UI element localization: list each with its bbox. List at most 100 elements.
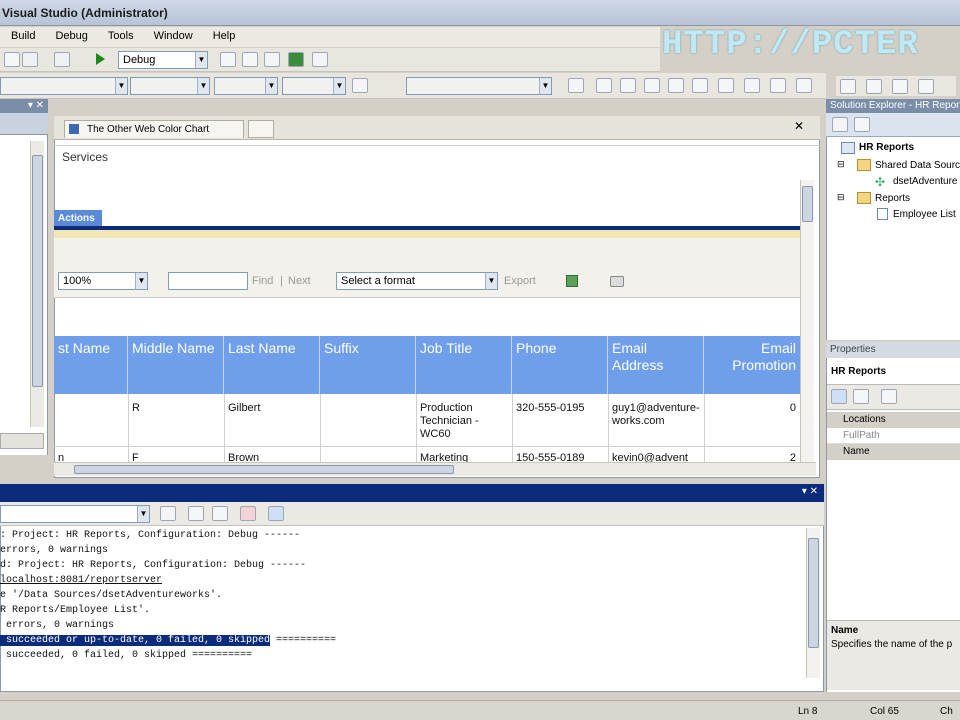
report-hscroll[interactable] — [54, 462, 816, 476]
toolbox-hscroll[interactable] — [0, 433, 44, 449]
alphabetical-icon[interactable] — [853, 389, 869, 404]
report-vscroll[interactable] — [800, 180, 814, 462]
property-fullpath[interactable]: FullPath — [827, 428, 960, 444]
toolbox-scrollbar[interactable] — [30, 141, 44, 427]
output-vscroll[interactable] — [806, 528, 820, 678]
pin-icon[interactable]: ▾ ✕ — [28, 100, 44, 111]
find-input[interactable] — [168, 272, 248, 290]
output-link[interactable]: localhost:8081/reportserver — [0, 575, 162, 586]
find-link[interactable]: Find — [252, 275, 273, 287]
font-weight-select[interactable]: ▼ — [282, 77, 346, 95]
toolbox-icon[interactable] — [288, 52, 304, 67]
border-style-select[interactable]: ▼ — [406, 77, 552, 95]
font-name-select[interactable]: ▼ — [0, 77, 128, 95]
tree-datasource[interactable]: dsetAdventure — [893, 176, 958, 187]
close-icon[interactable]: ✕ — [794, 119, 804, 133]
align-bottom-icon[interactable] — [692, 78, 708, 93]
refresh-icon[interactable] — [854, 117, 870, 132]
zoom-select[interactable]: 100% ▼ — [58, 272, 148, 290]
refresh-icon[interactable] — [566, 275, 578, 287]
align-center-icon[interactable] — [596, 78, 612, 93]
menu-debug[interactable]: Debug — [44, 27, 96, 42]
v-spacing-icon[interactable] — [866, 79, 882, 94]
properties-object: HR Reports — [831, 366, 887, 377]
expand-icon[interactable]: ⊟ — [837, 192, 845, 203]
menu-build[interactable]: Build — [0, 27, 44, 42]
status-bar: Ln 8 Col 65 Ch — [0, 700, 960, 720]
find-in-files-icon[interactable] — [220, 52, 236, 67]
next-message-icon[interactable] — [212, 506, 228, 521]
same-width-icon[interactable] — [718, 78, 734, 93]
spacing-icon[interactable] — [796, 78, 812, 93]
category-locations[interactable]: Locations — [827, 412, 960, 428]
tab-web-color-chart[interactable]: The Other Web Color Chart — [64, 120, 244, 138]
tree-reports[interactable]: Reports — [875, 193, 910, 204]
row-divider — [54, 446, 800, 447]
properties-icon[interactable] — [264, 52, 280, 67]
window-title: Visual Studio (Administrator) — [2, 6, 168, 20]
undo-icon[interactable] — [22, 52, 38, 67]
font-style-select[interactable]: ▼ — [214, 77, 278, 95]
expand-icon[interactable]: ⊟ — [837, 159, 845, 170]
watermark: HTTP://PCTER — [662, 26, 919, 64]
property-name[interactable]: Name — [827, 444, 960, 460]
tab-list-icon[interactable] — [762, 120, 776, 134]
categorized-icon[interactable] — [831, 389, 847, 404]
print-icon[interactable] — [610, 276, 624, 287]
output-line: e '/Data Sources/dsetAdventureworks'. — [0, 590, 223, 601]
property-pages-icon[interactable] — [881, 389, 897, 404]
actions-stripe — [54, 230, 800, 238]
scroll-thumb[interactable] — [32, 155, 43, 387]
clear-all-icon[interactable] — [240, 506, 256, 521]
output-source-select[interactable]: ▼ — [0, 505, 150, 523]
word-wrap-icon[interactable] — [268, 506, 284, 521]
font-size-select[interactable]: ▼ — [130, 77, 210, 95]
solution-explorer-icon[interactable] — [242, 52, 258, 67]
next-link[interactable]: Next — [288, 275, 311, 287]
col-last-name: Last Name — [224, 336, 320, 394]
start-page-icon[interactable] — [312, 52, 328, 67]
menu-window[interactable]: Window — [143, 27, 202, 42]
standard-toolbar: Debug ▼ — [0, 48, 660, 72]
configuration-select[interactable]: Debug ▼ — [118, 51, 208, 69]
align-left-icon[interactable] — [568, 78, 584, 93]
menu-help[interactable]: Help — [202, 27, 245, 42]
chevron-down-icon: ▼ — [333, 78, 345, 94]
output-pin-icon[interactable]: ▾ ✕ — [802, 486, 818, 497]
output-line: errors, 0 warnings — [0, 545, 109, 556]
align-middle-icon[interactable] — [668, 78, 684, 93]
center-vert-icon[interactable] — [918, 79, 934, 94]
center-horiz-icon[interactable] — [892, 79, 908, 94]
report-file-icon — [877, 208, 888, 220]
export-link[interactable]: Export — [504, 275, 536, 287]
prev-message-icon[interactable] — [188, 506, 204, 521]
scroll-thumb[interactable] — [808, 538, 819, 648]
align-top-icon[interactable] — [644, 78, 660, 93]
tab-blank[interactable] — [248, 120, 274, 138]
export-format-select[interactable]: Select a format ▼ — [336, 272, 498, 290]
h-spacing-icon[interactable] — [840, 79, 856, 94]
align-right-icon[interactable] — [620, 78, 636, 93]
solution-explorer-tree: HR Reports ⊟ Shared Data Sources ✣ dsetA… — [826, 137, 960, 340]
report-table: st Name Middle Name Last Name Suffix Job… — [54, 336, 800, 462]
redo-icon[interactable] — [54, 52, 70, 67]
same-height-icon[interactable] — [744, 78, 760, 93]
scroll-thumb[interactable] — [74, 465, 454, 474]
properties-icon[interactable] — [832, 117, 848, 132]
tab-actions[interactable]: Actions — [54, 210, 102, 226]
tree-shared-datasources[interactable]: Shared Data Sources — [875, 160, 960, 171]
output-text: : Project: HR Reports, Configuration: De… — [0, 528, 804, 692]
tree-project[interactable]: HR Reports — [859, 142, 914, 153]
same-size-icon[interactable] — [770, 78, 786, 93]
start-debug-icon[interactable] — [96, 53, 105, 65]
output-header: ▾ ✕ — [0, 484, 824, 502]
find-message-icon[interactable] — [160, 506, 176, 521]
tree-employee-list[interactable]: Employee List — [893, 209, 956, 220]
scroll-thumb[interactable] — [802, 186, 813, 222]
properties-toolbar — [827, 384, 960, 410]
table-cell: Brown — [228, 452, 260, 462]
output-line: succeeded, 0 failed, 0 skipped =========… — [0, 650, 253, 661]
menu-tools[interactable]: Tools — [97, 27, 143, 42]
border-icon[interactable] — [352, 78, 368, 93]
save-icon[interactable] — [4, 52, 20, 67]
